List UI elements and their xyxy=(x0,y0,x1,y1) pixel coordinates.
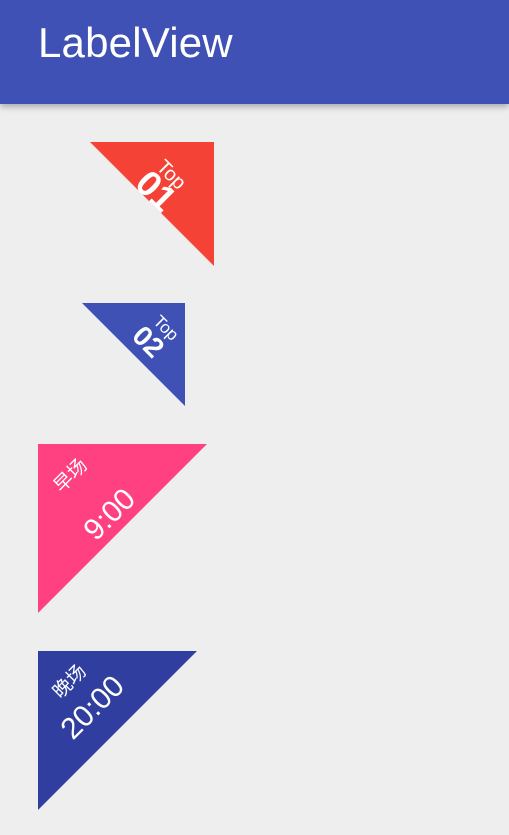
label-morning[interactable]: 早场 9:00 xyxy=(38,444,207,613)
label-evening[interactable]: 晚场 20:00 xyxy=(38,651,197,810)
label-top-01[interactable]: Top 01 xyxy=(90,142,214,266)
app-title: LabelView xyxy=(38,19,233,66)
app-bar: LabelView xyxy=(0,0,509,104)
label-top-02[interactable]: Top 02 xyxy=(82,303,185,406)
